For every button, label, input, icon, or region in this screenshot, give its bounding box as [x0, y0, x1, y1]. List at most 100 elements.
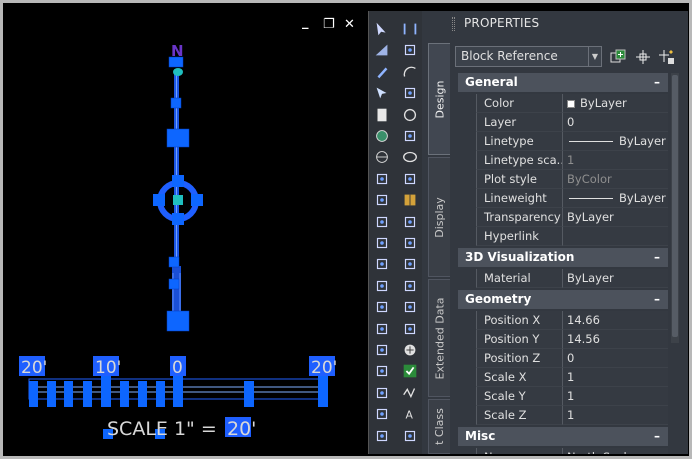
- property-value[interactable]: 0: [562, 113, 668, 132]
- quick-select-icon[interactable]: [658, 48, 676, 66]
- property-row[interactable]: Name North Scale ...: [458, 448, 668, 454]
- arc-icon[interactable]: [400, 62, 420, 82]
- add-selection-icon[interactable]: [609, 48, 627, 66]
- tab-extended-data[interactable]: Extended Data: [428, 279, 450, 397]
- brush-icon[interactable]: [372, 62, 392, 82]
- property-value[interactable]: 0: [562, 349, 668, 368]
- property-value[interactable]: ByLayer: [562, 269, 668, 288]
- property-row[interactable]: Hyperlink: [458, 227, 668, 246]
- mtext-icon[interactable]: [400, 426, 420, 446]
- point-icon[interactable]: [400, 319, 420, 339]
- property-row[interactable]: Material ByLayer: [458, 269, 668, 288]
- property-row[interactable]: Lineweight ByLayer: [458, 189, 668, 208]
- dim-continue-icon[interactable]: [400, 297, 420, 317]
- select-window-icon[interactable]: [372, 40, 392, 60]
- palette-scroll-thumb[interactable]: [672, 75, 678, 337]
- property-row[interactable]: Scale Z 1: [458, 406, 668, 425]
- property-value-text: 1: [567, 370, 575, 384]
- property-row[interactable]: Linetype sca... 1: [458, 151, 668, 170]
- table-icon[interactable]: [400, 190, 420, 210]
- globe-icon[interactable]: [372, 147, 392, 167]
- properties-grid: General – Color ByLayer Layer 0 Linetype ByLaye…: [458, 73, 668, 454]
- north-arrow-block[interactable]: N 20' 10' 0 20' SCALE 1" = 20': [9, 11, 365, 454]
- snap-extension-icon[interactable]: [372, 297, 392, 317]
- tab-class[interactable]: t Class: [428, 399, 450, 454]
- plus-icon[interactable]: [400, 340, 420, 360]
- property-value[interactable]: 1: [562, 368, 668, 387]
- snap-parallel-icon[interactable]: [372, 426, 392, 446]
- select-objects-icon[interactable]: [634, 48, 652, 66]
- property-value[interactable]: 14.56: [562, 330, 668, 349]
- section-header-misc[interactable]: Misc –: [458, 427, 668, 446]
- property-row[interactable]: Linetype ByLayer: [458, 132, 668, 151]
- wave-icon[interactable]: [400, 383, 420, 403]
- property-row[interactable]: Transparency ByLayer: [458, 208, 668, 227]
- property-value[interactable]: 1: [562, 151, 668, 170]
- page-icon[interactable]: [372, 105, 392, 125]
- collapse-toggle-icon[interactable]: –: [654, 290, 660, 309]
- chevron-down-icon[interactable]: ▼: [588, 47, 601, 66]
- north-tip-grip[interactable]: [173, 68, 183, 76]
- section-header-3d-visualization[interactable]: 3D Visualization –: [458, 248, 668, 267]
- snap-midpoint-icon[interactable]: [372, 190, 392, 210]
- dim-angular-icon[interactable]: [400, 254, 420, 274]
- snap-node-icon[interactable]: [372, 233, 392, 253]
- property-value[interactable]: 1: [562, 387, 668, 406]
- property-row[interactable]: Color ByLayer: [458, 94, 668, 113]
- hatch-icon[interactable]: [400, 169, 420, 189]
- tab-design[interactable]: Design: [428, 43, 450, 155]
- property-value[interactable]: ByColor: [562, 170, 668, 189]
- property-value[interactable]: ByLayer: [562, 189, 668, 208]
- compass-rose[interactable]: [153, 175, 203, 225]
- snap-center-icon[interactable]: [372, 212, 392, 232]
- polyline-icon[interactable]: [400, 40, 420, 60]
- drawing-viewport[interactable]: _ ❐ ✕ N 20' 10' 0 20' SCALE 1" = 20': [9, 11, 365, 454]
- property-row[interactable]: Plot style ByColor: [458, 170, 668, 189]
- globe-green-icon[interactable]: [372, 126, 392, 146]
- property-row[interactable]: Position Z 0: [458, 349, 668, 368]
- property-row[interactable]: Scale Y 1: [458, 387, 668, 406]
- linetype-preview-icon: [569, 141, 613, 142]
- property-row[interactable]: Position X 14.66: [458, 311, 668, 330]
- collapse-toggle-icon[interactable]: –: [654, 73, 660, 92]
- collapse-toggle-icon[interactable]: –: [654, 427, 660, 446]
- snap-nearest-icon[interactable]: [372, 383, 392, 403]
- property-value[interactable]: North Scale ...: [562, 448, 668, 454]
- property-value[interactable]: 14.66: [562, 311, 668, 330]
- property-value[interactable]: ByLayer: [562, 94, 668, 113]
- property-value[interactable]: [562, 227, 668, 246]
- rect-icon[interactable]: [400, 83, 420, 103]
- dim-aligned-icon[interactable]: [400, 233, 420, 253]
- ellipse-icon[interactable]: [400, 147, 420, 167]
- snap-perp-icon[interactable]: [372, 340, 392, 360]
- tab-display[interactable]: Display: [428, 157, 450, 277]
- object-type-select[interactable]: Block Reference ▼: [455, 46, 602, 67]
- snap-apparent-icon[interactable]: [372, 404, 392, 424]
- section-header-geometry[interactable]: Geometry –: [458, 290, 668, 309]
- snap-endpoint-icon[interactable]: [372, 169, 392, 189]
- line-icon[interactable]: [400, 19, 420, 39]
- property-value-text: ByLayer: [567, 210, 614, 224]
- property-row[interactable]: Position Y 14.56: [458, 330, 668, 349]
- property-value[interactable]: ByLayer: [562, 208, 668, 227]
- snap-tangent-icon[interactable]: [372, 361, 392, 381]
- snap-intersection-icon[interactable]: [372, 276, 392, 296]
- dim-baseline-icon[interactable]: [400, 276, 420, 296]
- arc2-icon[interactable]: [400, 126, 420, 146]
- property-value[interactable]: 1: [562, 406, 668, 425]
- snap-insert-icon[interactable]: [372, 319, 392, 339]
- check-icon[interactable]: [400, 361, 420, 381]
- dim-linear-icon[interactable]: [400, 212, 420, 232]
- grip-handle-icon[interactable]: [452, 17, 455, 31]
- property-value[interactable]: ByLayer: [562, 132, 668, 151]
- property-row[interactable]: Layer 0: [458, 113, 668, 132]
- property-row[interactable]: Scale X 1: [458, 368, 668, 387]
- collapse-toggle-icon[interactable]: –: [654, 248, 660, 267]
- circle-icon[interactable]: [400, 105, 420, 125]
- snap-quadrant-icon[interactable]: [372, 254, 392, 274]
- section-header-general[interactable]: General –: [458, 73, 668, 92]
- select-arrow-icon[interactable]: [372, 19, 392, 39]
- pointer-icon[interactable]: [372, 83, 392, 103]
- text-icon[interactable]: A: [400, 404, 420, 424]
- property-label: Scale Z: [476, 406, 562, 425]
